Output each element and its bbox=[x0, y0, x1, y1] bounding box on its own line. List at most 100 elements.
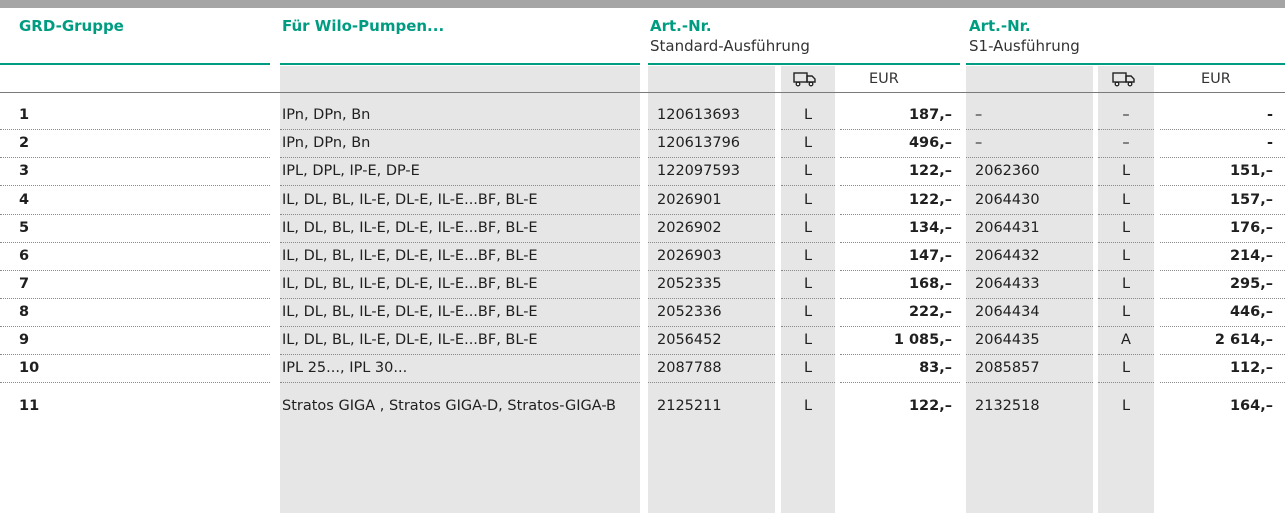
cell-pumps: IPL 25..., IPL 30... bbox=[282, 359, 408, 376]
cell-std-article-no: 120613796 bbox=[657, 134, 741, 151]
header-group: GRD-Gruppe bbox=[19, 17, 124, 35]
row-separator bbox=[0, 185, 270, 186]
cell-group: 11 bbox=[19, 397, 40, 414]
header-currency-std: EUR bbox=[869, 71, 899, 87]
row-separator bbox=[1098, 185, 1154, 186]
header-pumps: Für Wilo-Pumpen... bbox=[282, 17, 445, 35]
cell-std-article-no: 2026903 bbox=[657, 247, 722, 264]
cell-std-article-no: 2052336 bbox=[657, 303, 722, 320]
cell-group: 3 bbox=[19, 162, 30, 179]
cell-s1-price: 214,– bbox=[1229, 247, 1273, 264]
cell-std-price: 122,– bbox=[908, 397, 952, 414]
cell-group: 6 bbox=[19, 247, 30, 264]
cell-group: 4 bbox=[19, 191, 30, 208]
cell-std-availability: L bbox=[803, 275, 813, 292]
cell-s1-price: 164,– bbox=[1229, 397, 1273, 414]
cell-s1-availability: L bbox=[1121, 219, 1131, 236]
cell-std-price: 134,– bbox=[908, 219, 952, 236]
cell-s1-article-no: 2064433 bbox=[975, 275, 1040, 292]
cell-s1-availability: L bbox=[1121, 397, 1131, 414]
cell-pumps: Stratos GIGA , Stratos GIGA-D, Stratos-G… bbox=[282, 397, 616, 414]
cell-std-availability: L bbox=[803, 106, 813, 123]
cell-std-availability: L bbox=[803, 219, 813, 236]
cell-std-article-no: 2087788 bbox=[657, 359, 722, 376]
header-currency-s1: EUR bbox=[1201, 71, 1231, 87]
cell-pumps: IL, DL, BL, IL-E, DL-E, IL-E...BF, BL-E bbox=[282, 303, 538, 320]
cell-std-article-no: 120613693 bbox=[657, 106, 741, 123]
cell-s1-availability: – bbox=[1122, 106, 1130, 123]
section-title-bar bbox=[0, 0, 1285, 8]
cell-s1-article-no: 2085857 bbox=[975, 359, 1040, 376]
row-separator bbox=[781, 185, 835, 186]
cell-s1-article-no: 2064434 bbox=[975, 303, 1040, 320]
row-separator bbox=[648, 185, 775, 186]
cell-std-article-no: 2026901 bbox=[657, 191, 722, 208]
cell-std-article-no: 2056452 bbox=[657, 331, 722, 348]
cell-s1-article-no: 2064430 bbox=[975, 191, 1040, 208]
cell-s1-availability: L bbox=[1121, 275, 1131, 292]
cell-s1-price: 446,– bbox=[1229, 303, 1273, 320]
cell-s1-availability: L bbox=[1121, 162, 1131, 179]
cell-s1-availability: L bbox=[1121, 191, 1131, 208]
row-separator bbox=[1160, 185, 1285, 186]
cell-s1-article-no: 2064432 bbox=[975, 247, 1040, 264]
header-rule bbox=[280, 63, 640, 65]
cell-s1-price: - bbox=[1266, 106, 1273, 123]
cell-s1-availability: L bbox=[1121, 303, 1131, 320]
cell-pumps: IL, DL, BL, IL-E, DL-E, IL-E...BF, BL-E bbox=[282, 191, 538, 208]
cell-std-article-no: 2125211 bbox=[657, 397, 722, 414]
cell-std-availability: L bbox=[803, 359, 813, 376]
cell-std-price: 122,– bbox=[908, 191, 952, 208]
cell-pumps: IL, DL, BL, IL-E, DL-E, IL-E...BF, BL-E bbox=[282, 247, 538, 264]
truck-icon bbox=[793, 72, 816, 87]
cell-group: 7 bbox=[19, 275, 30, 292]
row-separator bbox=[966, 185, 1093, 186]
row-separator bbox=[280, 185, 640, 186]
cell-std-price: 1 085,– bbox=[893, 331, 952, 348]
cell-group: 10 bbox=[19, 359, 40, 376]
cell-pumps: IL, DL, BL, IL-E, DL-E, IL-E...BF, BL-E bbox=[282, 219, 538, 236]
cell-std-price: 168,– bbox=[908, 275, 952, 292]
cell-s1-article-no: 2132518 bbox=[975, 397, 1040, 414]
cell-pumps: IPn, DPn, Bn bbox=[282, 106, 371, 123]
cell-s1-article-no: 2062360 bbox=[975, 162, 1040, 179]
header-rule bbox=[0, 63, 270, 65]
header-bottom-rule bbox=[0, 92, 1285, 93]
header-art-std-sub: Standard-Ausführung bbox=[650, 37, 810, 55]
cell-pumps: IL, DL, BL, IL-E, DL-E, IL-E...BF, BL-E bbox=[282, 331, 538, 348]
cell-s1-article-no: – bbox=[975, 106, 983, 123]
cell-s1-price: - bbox=[1266, 134, 1273, 151]
header-rule bbox=[966, 63, 1285, 65]
cell-std-price: 147,– bbox=[908, 247, 952, 264]
cell-group: 9 bbox=[19, 331, 30, 348]
cell-std-price: 122,– bbox=[908, 162, 952, 179]
cell-std-price: 83,– bbox=[919, 359, 952, 376]
cell-s1-article-no: 2064431 bbox=[975, 219, 1040, 236]
cell-s1-price: 295,– bbox=[1229, 275, 1273, 292]
cell-s1-price: 176,– bbox=[1229, 219, 1273, 236]
header-art-s1-sub: S1-Ausführung bbox=[969, 37, 1080, 55]
cell-s1-price: 2 614,– bbox=[1214, 331, 1273, 348]
cell-s1-availability: – bbox=[1122, 134, 1130, 151]
cell-std-price: 187,– bbox=[908, 106, 952, 123]
cell-s1-price: 112,– bbox=[1229, 359, 1273, 376]
cell-s1-price: 157,– bbox=[1229, 191, 1273, 208]
header-art-std: Art.-Nr. bbox=[650, 17, 712, 35]
cell-std-availability: L bbox=[803, 162, 813, 179]
cell-std-availability: L bbox=[803, 134, 813, 151]
truck-icon bbox=[1112, 72, 1135, 87]
cell-group: 2 bbox=[19, 134, 30, 151]
cell-s1-article-no: 2064435 bbox=[975, 331, 1040, 348]
cell-group: 5 bbox=[19, 219, 30, 236]
cell-std-article-no: 2052335 bbox=[657, 275, 722, 292]
cell-std-availability: L bbox=[803, 331, 813, 348]
cell-std-price: 496,– bbox=[908, 134, 952, 151]
row-separator bbox=[840, 185, 960, 186]
cell-pumps: IPL, DPL, IP-E, DP-E bbox=[282, 162, 420, 179]
cell-pumps: IL, DL, BL, IL-E, DL-E, IL-E...BF, BL-E bbox=[282, 275, 538, 292]
cell-std-availability: L bbox=[803, 191, 813, 208]
cell-s1-availability: L bbox=[1121, 359, 1131, 376]
header-art-s1: Art.-Nr. bbox=[969, 17, 1031, 35]
cell-group: 8 bbox=[19, 303, 30, 320]
cell-std-article-no: 122097593 bbox=[657, 162, 741, 179]
